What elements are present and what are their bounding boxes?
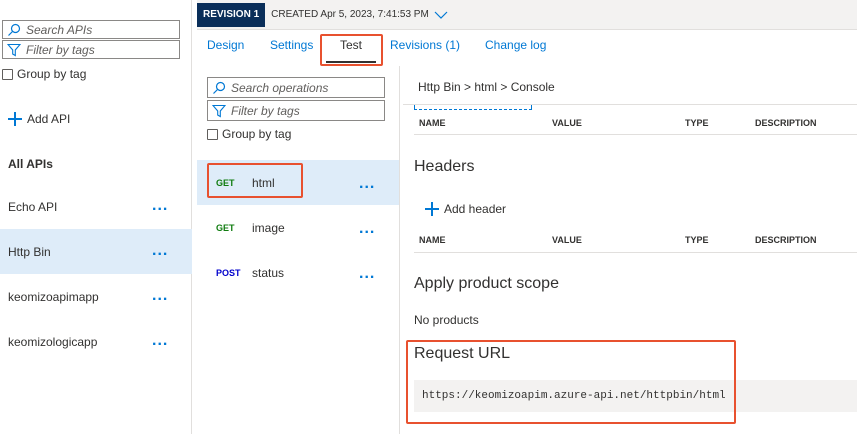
headers-title: Headers [414, 158, 475, 175]
more-options-icon[interactable]: ... [152, 288, 168, 304]
column-header-name: NAME [419, 235, 446, 245]
plus-icon [8, 112, 22, 126]
filter-icon [7, 43, 21, 56]
column-header-type: TYPE [685, 118, 709, 128]
request-url-title: Request URL [414, 345, 511, 362]
group-by-tag-checkbox[interactable] [207, 128, 218, 140]
method-badge: GET [216, 222, 235, 233]
api-list-panel: Group by tag Add API All APIs Echo API .… [0, 0, 192, 434]
column-header-value: VALUE [552, 235, 582, 245]
request-url-text: https://keomizoapim.azure-api.net/httpbi… [422, 390, 726, 402]
table-divider [414, 252, 857, 253]
api-name: Http Bin [8, 244, 51, 259]
operation-item-selected[interactable]: GET html ... [197, 160, 399, 205]
method-badge: POST [216, 267, 241, 278]
operations-group-by-tag[interactable]: Group by tag [207, 127, 291, 141]
operation-item[interactable]: POST status ... [197, 250, 399, 295]
operations-filter-box[interactable] [207, 100, 385, 121]
api-list-item-selected[interactable]: Http Bin ... [0, 229, 192, 274]
group-by-tag-label: Group by tag [222, 127, 292, 141]
more-options-icon[interactable]: ... [359, 176, 375, 192]
add-header-button[interactable]: Add header [425, 202, 506, 216]
column-header-type: TYPE [685, 235, 709, 245]
method-badge: GET [216, 177, 235, 188]
add-api-label: Add API [27, 112, 71, 126]
active-tab-indicator [326, 61, 376, 63]
operation-name: image [252, 220, 285, 235]
operation-item[interactable]: GET image ... [197, 205, 399, 250]
operations-filter-input[interactable] [231, 103, 381, 118]
add-api-button[interactable]: Add API [8, 112, 70, 126]
plus-icon [425, 202, 439, 216]
operation-name: html [252, 175, 275, 190]
revision-bar: REVISION 1 CREATED Apr 5, 2023, 7:41:53 … [197, 0, 857, 30]
operations-search-input[interactable] [231, 80, 381, 95]
api-name: keomizologicapp [8, 334, 98, 349]
api-search-input[interactable] [26, 22, 176, 37]
tab-revisions[interactable]: Revisions (1) [390, 38, 460, 52]
more-options-icon[interactable]: ... [152, 243, 168, 259]
operation-name: status [252, 265, 285, 280]
api-search-box[interactable] [2, 20, 180, 39]
tab-test[interactable]: Test [340, 38, 362, 52]
group-by-tag-label: Group by tag [17, 67, 87, 81]
column-header-value: VALUE [552, 118, 582, 128]
column-header-name: NAME [419, 118, 446, 128]
column-header-description: DESCRIPTION [755, 118, 817, 128]
api-filter-box[interactable] [2, 40, 180, 59]
filter-icon [212, 104, 226, 117]
api-group-by-tag[interactable]: Group by tag [2, 67, 86, 81]
revision-badge: REVISION 1 [197, 2, 266, 27]
revision-created-label: CREATED Apr 5, 2023, 7:41:53 PM [271, 9, 429, 20]
add-header-label: Add header [444, 202, 507, 216]
api-name: keomizoapimapp [8, 289, 99, 304]
breadcrumb: Http Bin > html > Console [418, 80, 555, 94]
column-header-description: DESCRIPTION [755, 235, 817, 245]
tab-bar: Design Settings Test Revisions (1) Chang… [197, 30, 857, 66]
request-url-value: https://keomizoapim.azure-api.net/httpbi… [414, 380, 857, 412]
group-by-tag-checkbox[interactable] [2, 68, 13, 80]
apim-test-console: Group by tag Add API All APIs Echo API .… [0, 0, 857, 434]
more-options-icon[interactable]: ... [152, 333, 168, 349]
no-products-text: No products [414, 313, 479, 327]
tab-design[interactable]: Design [207, 38, 244, 52]
table-divider [414, 134, 857, 135]
more-options-icon[interactable]: ... [152, 198, 168, 214]
tab-change-log[interactable]: Change log [485, 38, 546, 52]
api-list-item[interactable]: keomizoapimapp ... [0, 274, 192, 319]
more-options-icon[interactable]: ... [359, 221, 375, 237]
operations-search-box[interactable] [207, 77, 385, 98]
api-filter-input[interactable] [26, 42, 176, 57]
search-icon [213, 81, 226, 94]
all-apis-heading: All APIs [8, 157, 53, 171]
api-list-item[interactable]: Echo API ... [0, 184, 192, 229]
chevron-down-icon[interactable] [434, 11, 448, 19]
search-icon [8, 23, 21, 36]
product-scope-title: Apply product scope [414, 275, 559, 292]
api-name: Echo API [8, 199, 58, 214]
focus-outline [414, 105, 532, 110]
tab-settings[interactable]: Settings [270, 38, 313, 52]
api-list-item[interactable]: keomizologicapp ... [0, 319, 192, 364]
more-options-icon[interactable]: ... [359, 266, 375, 282]
